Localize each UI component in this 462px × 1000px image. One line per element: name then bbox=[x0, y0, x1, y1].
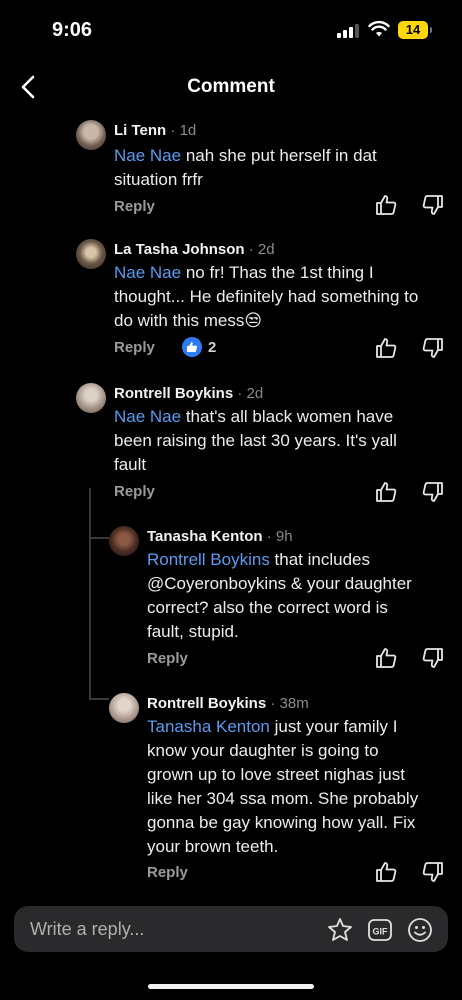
thumbs-up-icon[interactable] bbox=[375, 647, 397, 669]
status-bar: 9:06 14 bbox=[0, 0, 462, 60]
reply-button[interactable]: Reply bbox=[147, 864, 188, 881]
thumbs-down-icon[interactable] bbox=[422, 481, 444, 503]
comment-header: Rontrell Boykins · 38m bbox=[147, 695, 309, 712]
mention-link[interactable]: Nae Nae bbox=[114, 407, 181, 426]
comment-age: 2d bbox=[246, 385, 264, 402]
mention-link[interactable]: Rontrell Boykins bbox=[147, 550, 270, 569]
avatar[interactable] bbox=[109, 526, 139, 556]
reply-button[interactable]: Reply bbox=[147, 650, 188, 667]
comment-age: 38m bbox=[279, 695, 309, 712]
comment-text: Nae Nae that's all black women have been… bbox=[114, 407, 397, 474]
avatar[interactable] bbox=[109, 693, 139, 723]
comment-text: Nae Nae no fr! Thas the 1st thing I thou… bbox=[114, 263, 419, 330]
cellular-signal-icon bbox=[337, 24, 359, 38]
thumbs-down-icon[interactable] bbox=[422, 337, 444, 359]
thumbs-up-icon[interactable] bbox=[375, 337, 397, 359]
mention-link[interactable]: Tanasha Kenton bbox=[147, 717, 270, 736]
page-title: Comment bbox=[187, 76, 275, 97]
comment-age: 2d bbox=[257, 241, 275, 258]
comment-text: Tanasha Kenton just your family I know y… bbox=[147, 717, 419, 856]
reply-button[interactable]: Reply bbox=[114, 483, 155, 500]
battery-icon: 14 bbox=[398, 21, 432, 39]
thumbs-down-icon[interactable] bbox=[422, 861, 444, 883]
gif-icon[interactable]: GIF bbox=[366, 916, 394, 944]
comment-header: Tanasha Kenton · 9h bbox=[147, 528, 293, 545]
thread-connector bbox=[89, 698, 109, 700]
thumbs-down-icon[interactable] bbox=[422, 647, 444, 669]
author-name[interactable]: Rontrell Boykins bbox=[114, 385, 233, 402]
author-name[interactable]: Li Tenn bbox=[114, 122, 166, 139]
avatar[interactable] bbox=[76, 383, 106, 413]
thumbs-up-icon[interactable] bbox=[375, 861, 397, 883]
comment-header: Li Tenn · 1d bbox=[114, 122, 197, 139]
comment-age: 1d bbox=[179, 122, 197, 139]
mention-link[interactable]: Nae Nae bbox=[114, 263, 181, 282]
status-time: 9:06 bbox=[52, 19, 93, 41]
header: Comment bbox=[0, 62, 462, 112]
reaction-count: 2 bbox=[208, 338, 217, 356]
reply-composer[interactable]: Write a reply... GIF bbox=[14, 906, 448, 952]
comment-text: Rontrell Boykins that includes @Coyeronb… bbox=[147, 550, 412, 641]
thumbs-up-icon[interactable] bbox=[375, 481, 397, 503]
svg-text:GIF: GIF bbox=[373, 927, 389, 937]
comment-header: Rontrell Boykins · 2d bbox=[114, 385, 264, 402]
comment-age: 9h bbox=[275, 528, 293, 545]
reply-button[interactable]: Reply bbox=[114, 198, 155, 215]
like-reaction-icon bbox=[182, 337, 202, 357]
avatar[interactable] bbox=[76, 120, 106, 150]
reply-button[interactable]: Reply bbox=[114, 339, 155, 356]
reply-input[interactable]: Write a reply... bbox=[30, 919, 144, 940]
sticker-icon[interactable] bbox=[326, 916, 354, 944]
thumbs-down-icon[interactable] bbox=[422, 194, 444, 216]
thumbs-up-icon[interactable] bbox=[375, 194, 397, 216]
author-name[interactable]: Tanasha Kenton bbox=[147, 528, 263, 545]
author-name[interactable]: La Tasha Johnson bbox=[114, 241, 245, 258]
avatar[interactable] bbox=[76, 239, 106, 269]
home-indicator bbox=[148, 984, 314, 989]
author-name[interactable]: Rontrell Boykins bbox=[147, 695, 266, 712]
mention-link[interactable]: Nae Nae bbox=[114, 146, 181, 165]
thread-connector bbox=[89, 537, 109, 539]
comment-text: Nae Nae nah she put herself in dat situa… bbox=[114, 146, 377, 189]
thread-connector bbox=[89, 488, 91, 700]
wifi-icon bbox=[368, 20, 390, 37]
reaction-summary[interactable]: 2 bbox=[182, 337, 216, 357]
comment-header: La Tasha Johnson · 2d bbox=[114, 241, 275, 258]
emoji-icon[interactable] bbox=[406, 916, 434, 944]
